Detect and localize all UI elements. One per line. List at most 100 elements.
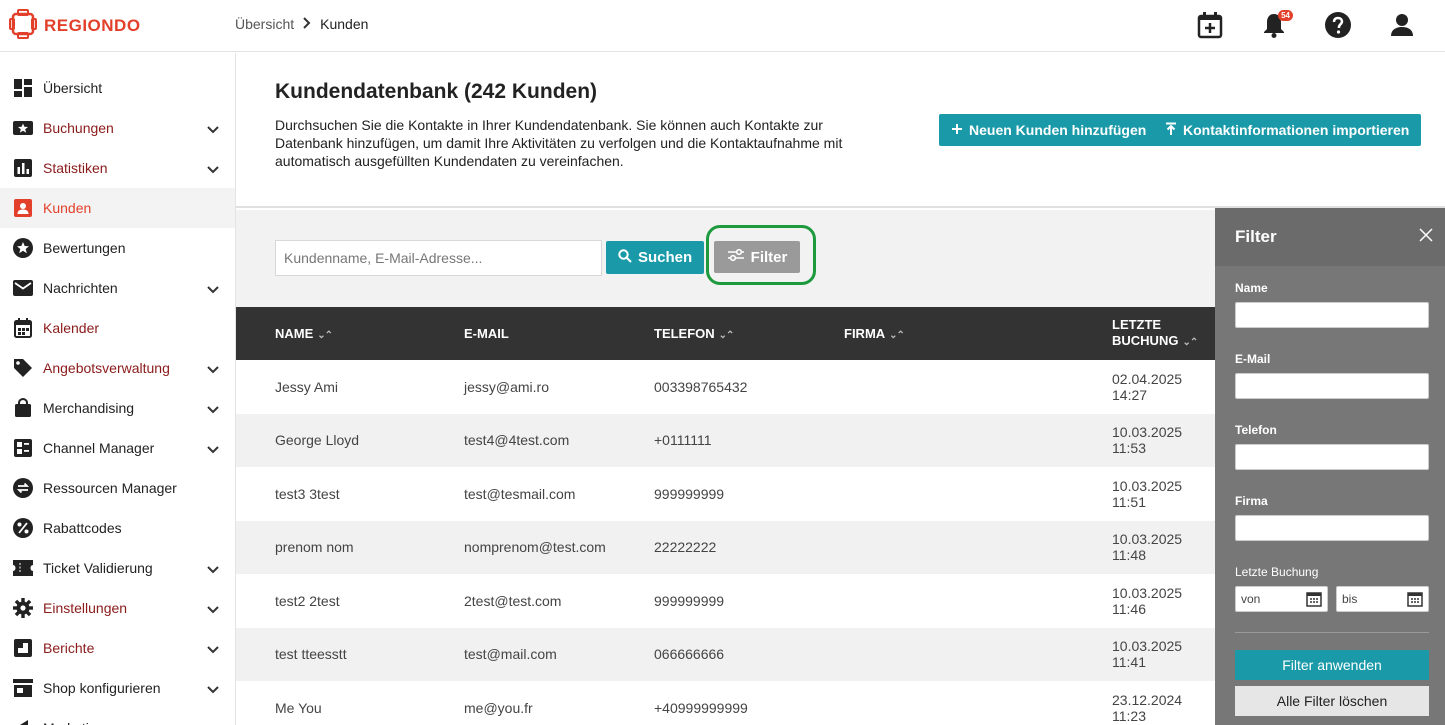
logo[interactable]: REGIONDO <box>8 8 141 43</box>
filter-email-input[interactable] <box>1235 373 1429 399</box>
sort-icon[interactable]: ⌄⌃ <box>889 330 905 341</box>
sidebar-item-nachrichten[interactable]: Nachrichten <box>0 268 235 308</box>
sidebar-item-merchandising[interactable]: Merchandising <box>0 388 235 428</box>
date-from-placeholder: von <box>1241 592 1261 606</box>
search-button[interactable]: Suchen <box>606 241 705 274</box>
last-booking-time: 11:46 <box>1112 600 1146 617</box>
apply-filter-button[interactable]: Filter anwenden <box>1235 650 1429 680</box>
chevron-down-icon[interactable] <box>207 601 219 617</box>
breadcrumb: Übersicht Kunden <box>235 16 368 32</box>
sidebar-item-kunden[interactable]: Kunden <box>0 188 235 228</box>
megaphone-icon <box>13 718 33 725</box>
cell-name: prenom nom <box>275 539 354 556</box>
gear-icon <box>13 598 33 618</box>
calendar-plus-icon[interactable] <box>1195 10 1225 40</box>
sidebar-item-bewertungen[interactable]: Bewertungen <box>0 228 235 268</box>
cell-company <box>844 574 1112 628</box>
clear-filters-button[interactable]: Alle Filter löschen <box>1235 686 1429 716</box>
sort-icon[interactable]: ⌄⌃ <box>719 330 735 341</box>
sidebar-item-label: Kunden <box>43 200 92 216</box>
sidebar-item-channel-manager[interactable]: Channel Manager <box>0 428 235 468</box>
help-icon[interactable] <box>1323 10 1353 40</box>
table-row[interactable]: Jessy Ami jessy@ami.ro 003398765432 02.04.2… <box>236 360 1215 414</box>
cell-name: test tteesstt <box>275 646 347 663</box>
sidebar-item-label: Übersicht <box>43 80 103 96</box>
bar-chart-icon <box>13 158 33 178</box>
chevron-down-icon[interactable] <box>207 401 219 417</box>
sidebar-item-rabattcodes[interactable]: Rabattcodes <box>0 508 235 548</box>
add-customer-button[interactable]: Neuen Kunden hinzufügen <box>939 114 1159 146</box>
chevron-down-icon[interactable] <box>207 561 219 577</box>
column-header-company[interactable]: FIRMA ⌄⌃ <box>844 307 1112 360</box>
filter-phone-input[interactable] <box>1235 444 1429 470</box>
top-actions: 54 <box>1195 10 1417 40</box>
star-ticket-icon <box>13 118 33 138</box>
upload-icon <box>1165 122 1177 139</box>
chevron-down-icon[interactable] <box>207 161 219 177</box>
sidebar-item-berichte[interactable]: Berichte <box>0 628 235 668</box>
chevron-down-icon[interactable] <box>207 281 219 297</box>
import-contacts-button[interactable]: Kontaktinformationen importieren <box>1153 114 1422 146</box>
breadcrumb-root[interactable]: Übersicht <box>235 16 294 32</box>
search-input[interactable] <box>275 240 602 276</box>
last-booking-time: 14:27 <box>1112 386 1148 403</box>
sidebar-item-buchungen[interactable]: Buchungen <box>0 108 235 148</box>
sidebar-item-label: Einstellungen <box>43 600 128 616</box>
table-row[interactable]: test3 3test test@tesmail.com 999999999 10.0… <box>236 467 1215 521</box>
sidebar-item-marketing[interactable]: Marketing <box>0 708 235 725</box>
filter-date-to[interactable]: bis <box>1336 586 1429 612</box>
table-row[interactable]: prenom nom nomprenom@test.com 22222222 10.0… <box>236 520 1215 574</box>
filter-name-input[interactable] <box>1235 302 1429 328</box>
chevron-down-icon[interactable] <box>207 681 219 697</box>
sidebar-menu: Übersicht Buchungen Statistiken Kunden Bewer… <box>0 53 235 725</box>
sidebar-item-label: Angebotsverwaltung <box>43 360 170 376</box>
close-icon[interactable] <box>1419 228 1433 245</box>
sidebar-item-label: Kalender <box>43 320 100 336</box>
last-booking-time: 11:41 <box>1112 654 1146 671</box>
cell-phone: 066666666 <box>654 646 725 663</box>
column-header-phone[interactable]: TELEFON ⌄⌃ <box>654 307 844 360</box>
sort-icon[interactable]: ⌄⌃ <box>317 330 333 341</box>
column-header-name[interactable]: NAME ⌄⌃ <box>236 307 464 360</box>
sidebar-item-angebotsverwaltung[interactable]: Angebotsverwaltung <box>0 348 235 388</box>
filter-button-label: Filter <box>750 248 788 266</box>
sidebar-item--bersicht[interactable]: Übersicht <box>0 68 235 108</box>
notification-badge: 54 <box>1278 10 1293 21</box>
sidebar-item-ressourcen-manager[interactable]: Ressourcen Manager <box>0 468 235 508</box>
cell-phone: 999999999 <box>654 485 725 502</box>
chevron-down-icon[interactable] <box>207 121 219 137</box>
user-icon[interactable] <box>1387 10 1417 40</box>
cell-name: George Lloyd <box>275 432 360 449</box>
chevron-down-icon[interactable] <box>207 641 219 657</box>
chevron-down-icon[interactable] <box>207 441 219 457</box>
sidebar-item-label: Rabattcodes <box>43 520 122 536</box>
chevron-down-icon[interactable] <box>207 361 219 377</box>
last-booking-time: 11:23 <box>1112 707 1146 724</box>
add-customer-label: Neuen Kunden hinzufügen <box>969 122 1147 138</box>
cell-company <box>844 360 1112 414</box>
sidebar-item-kalender[interactable]: Kalender <box>0 308 235 348</box>
filter-panel-header: Filter <box>1215 208 1445 266</box>
table-row[interactable]: Me You me@you.fr +40999999999 23.12.2024 11:… <box>236 681 1215 725</box>
table-row[interactable]: George Lloyd test4@4test.com +0111111 10.03… <box>236 413 1215 467</box>
bell-icon[interactable]: 54 <box>1259 10 1293 40</box>
cell-last-booking: 10.03.2025 11:51 <box>1112 467 1215 521</box>
sidebar-item-ticket-validierung[interactable]: Ticket Validierung <box>0 548 235 588</box>
filter-date-from[interactable]: von <box>1235 586 1328 612</box>
sidebar: Übersicht Buchungen Statistiken Kunden Bewer… <box>0 53 236 725</box>
filter-button[interactable]: Filter <box>714 241 800 273</box>
chevron-down-icon[interactable] <box>207 721 219 725</box>
date-to-placeholder: bis <box>1342 592 1358 606</box>
calendar-icon[interactable] <box>1306 591 1322 610</box>
table-row[interactable]: test tteesstt test@mail.com 066666666 10.03… <box>236 627 1215 681</box>
ticket-icon <box>13 558 33 578</box>
filter-company-input[interactable] <box>1235 515 1429 541</box>
sidebar-item-statistiken[interactable]: Statistiken <box>0 148 235 188</box>
sidebar-item-einstellungen[interactable]: Einstellungen <box>0 588 235 628</box>
sidebar-item-label: Nachrichten <box>43 280 118 296</box>
table-row[interactable]: test2 2test 2test@test.com 999999999 10.03.… <box>236 574 1215 628</box>
sidebar-item-shop-konfigurieren[interactable]: Shop konfigurieren <box>0 668 235 708</box>
calendar-icon[interactable] <box>1407 591 1423 610</box>
column-header-last-booking[interactable]: LETZTE BUCHUNG ⌄⌃ <box>1112 307 1215 360</box>
sort-icon[interactable]: ⌄⌃ <box>1182 337 1198 348</box>
